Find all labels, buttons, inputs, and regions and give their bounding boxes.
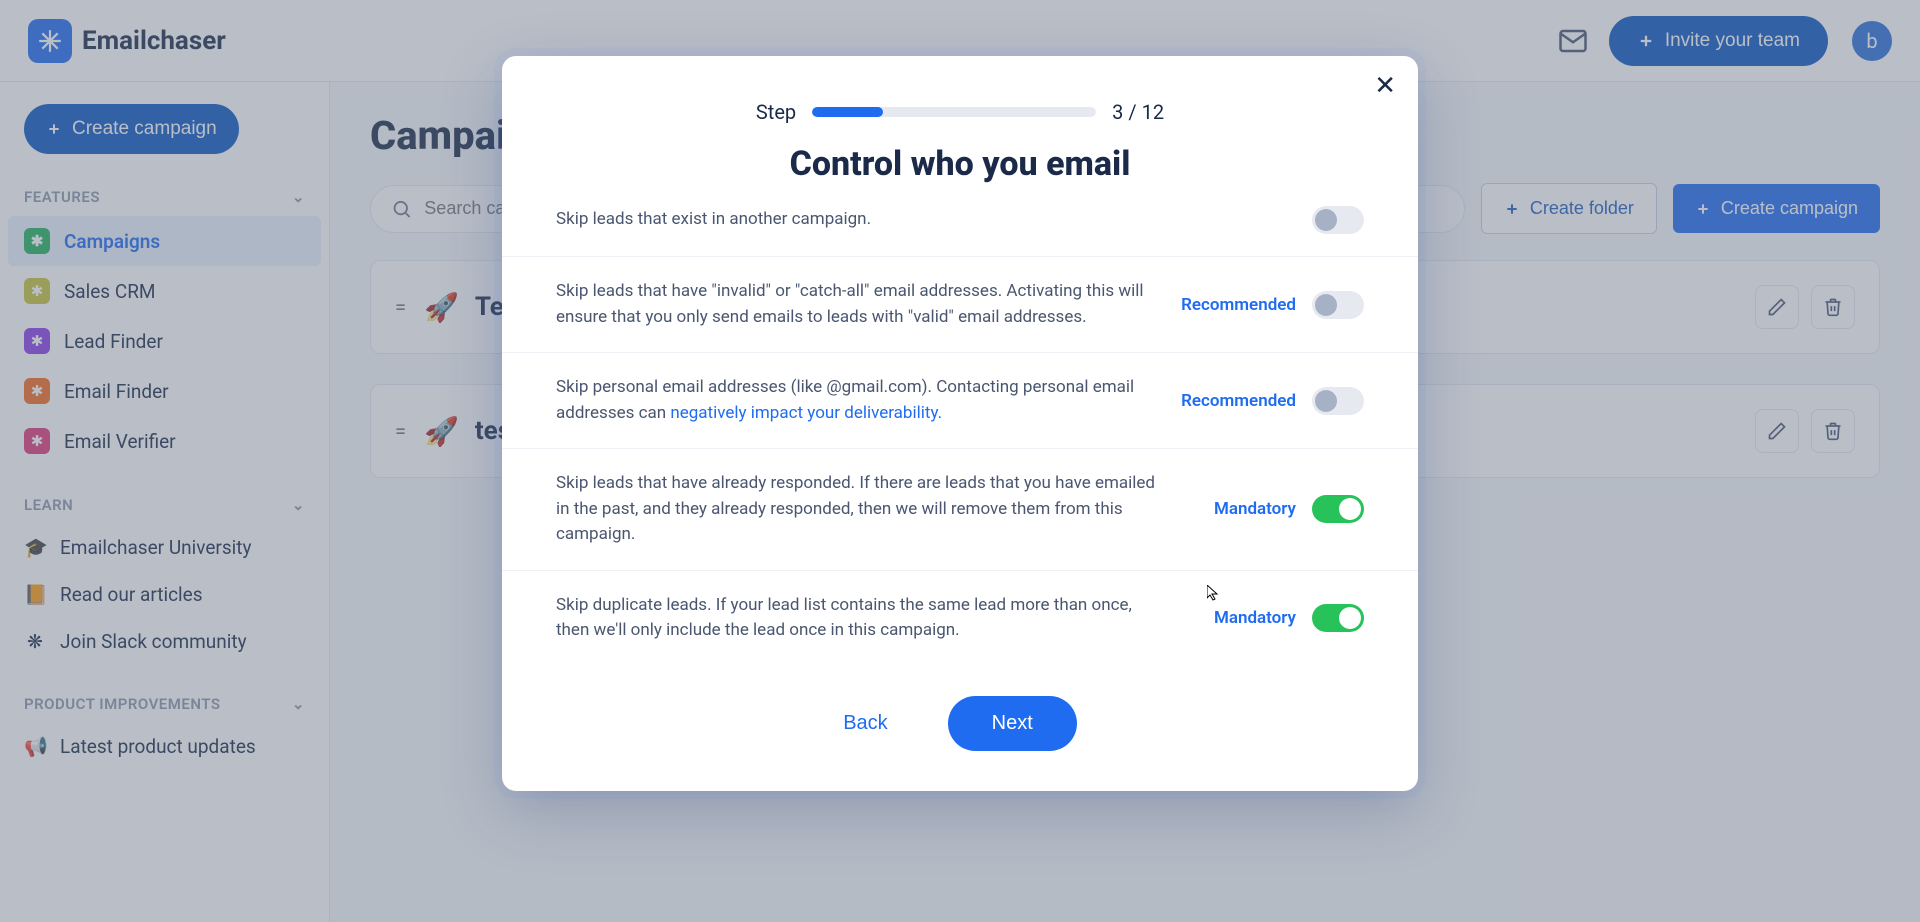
close-button[interactable]: ✕ — [1374, 70, 1396, 101]
option-row: Skip leads that have already responded. … — [502, 449, 1418, 571]
toggle-switch[interactable] — [1312, 387, 1364, 415]
toggle-switch[interactable] — [1312, 495, 1364, 523]
step-indicator: Step 3 / 12 — [502, 100, 1418, 124]
toggle-knob — [1315, 209, 1337, 231]
option-row: Skip personal email addresses (like @gma… — [502, 353, 1418, 449]
step-count: 3 / 12 — [1112, 100, 1164, 124]
progress-bar — [812, 107, 1096, 117]
option-tag: Mandatory — [1214, 499, 1296, 519]
option-text: Skip leads that have "invalid" or "catch… — [556, 279, 1151, 330]
toggle-knob — [1339, 498, 1361, 520]
option-tag: Recommended — [1181, 391, 1296, 411]
toggle-knob — [1315, 294, 1337, 316]
close-icon: ✕ — [1374, 70, 1396, 100]
toggle-switch[interactable] — [1312, 206, 1364, 234]
option-text: Skip personal email addresses (like @gma… — [556, 375, 1151, 426]
next-button[interactable]: Next — [948, 696, 1077, 751]
option-text: Skip leads that have already responded. … — [556, 471, 1156, 548]
modal-overlay: ✕ Step 3 / 12 Control who you email Skip… — [0, 0, 1920, 922]
back-button[interactable]: Back — [843, 712, 887, 735]
option-tag: Mandatory — [1214, 608, 1296, 628]
step-label: Step — [756, 100, 796, 124]
toggle-switch[interactable] — [1312, 291, 1364, 319]
wizard-modal: ✕ Step 3 / 12 Control who you email Skip… — [502, 56, 1418, 791]
toggle-switch[interactable] — [1312, 604, 1364, 632]
progress-fill — [812, 107, 883, 117]
toggle-knob — [1339, 607, 1361, 629]
option-text: Skip duplicate leads. If your lead list … — [556, 593, 1156, 644]
option-row: Skip duplicate leads. If your lead list … — [502, 571, 1418, 666]
toggle-knob — [1315, 390, 1337, 412]
option-tag: Recommended — [1181, 295, 1296, 315]
option-row: Skip leads that exist in another campaig… — [502, 200, 1418, 257]
option-text: Skip leads that exist in another campaig… — [556, 207, 871, 233]
option-row: Skip leads that have "invalid" or "catch… — [502, 257, 1418, 353]
modal-title: Control who you email — [502, 144, 1418, 184]
deliverability-link[interactable]: negatively impact your deliverability. — [670, 403, 942, 423]
